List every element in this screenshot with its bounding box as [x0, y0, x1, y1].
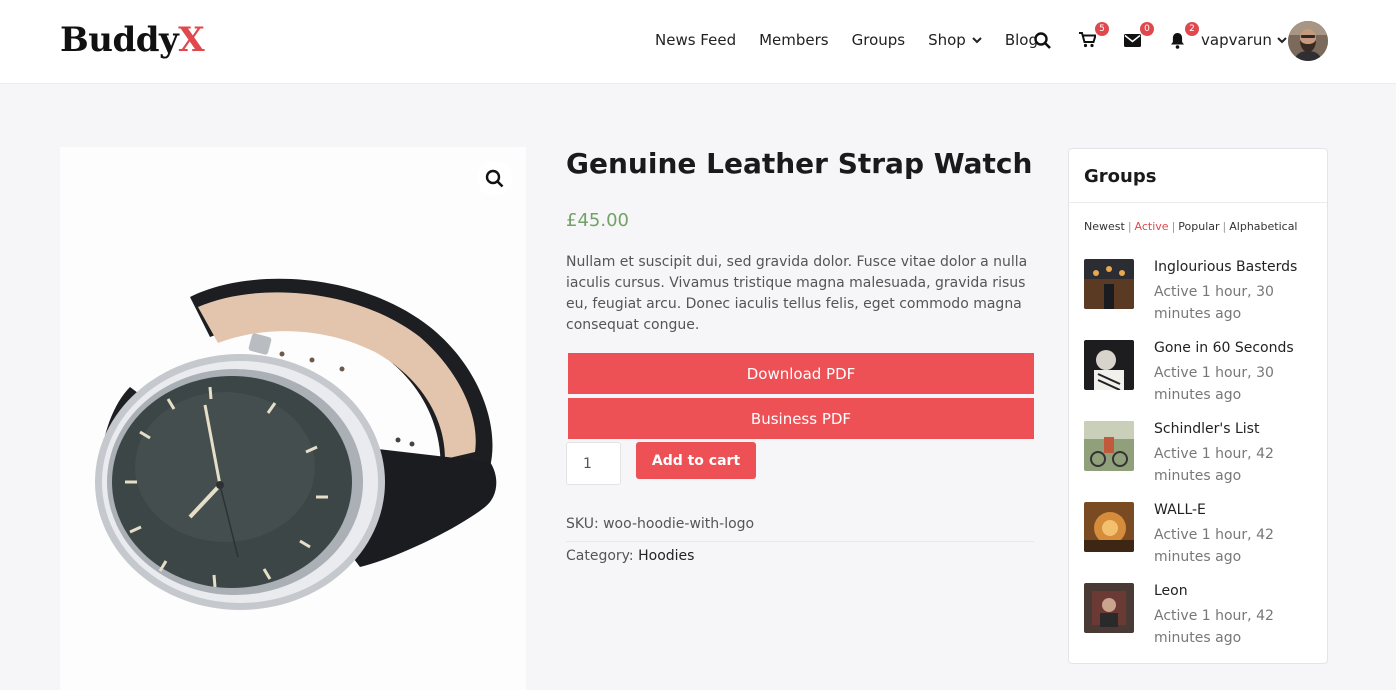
nav-members[interactable]: Members — [759, 31, 829, 49]
user-menu[interactable]: vapvarun — [1201, 31, 1287, 49]
group-thumbnail[interactable] — [1084, 340, 1134, 390]
group-activity: Active 1 hour, 42 minutes ago — [1154, 527, 1274, 565]
nav-shop-label: Shop — [928, 31, 966, 49]
nav-groups[interactable]: Groups — [852, 31, 905, 49]
sku-label: SKU: — [566, 516, 599, 532]
filter-alphabetical[interactable]: Alphabetical — [1229, 220, 1297, 233]
product-sku: SKU: woo-hoodie-with-logo — [566, 516, 754, 532]
product-image — [60, 147, 526, 690]
filter-separator: | — [1222, 220, 1227, 233]
widget-title: Groups — [1084, 166, 1157, 187]
product-title: Genuine Leather Strap Watch — [566, 147, 1033, 180]
nav-shop[interactable]: Shop — [928, 31, 982, 49]
product-description: Nullam et suscipit dui, sed gravida dolo… — [566, 254, 1028, 333]
product-category: Category: Hoodies — [566, 548, 694, 564]
business-pdf-button[interactable]: Business PDF — [568, 398, 1034, 439]
filter-separator: | — [1127, 220, 1132, 233]
group-name[interactable]: Inglourious Basterds — [1154, 259, 1297, 275]
widget-divider — [1069, 202, 1327, 203]
group-item[interactable]: Gone in 60 Seconds Active 1 hour, 30 min… — [1084, 340, 1314, 410]
notifications-count-badge: 2 — [1185, 22, 1199, 36]
product-price: £45.00 — [566, 210, 629, 231]
chevron-down-icon — [972, 36, 982, 43]
filter-active[interactable]: Active — [1135, 220, 1169, 233]
group-thumbnail[interactable] — [1084, 583, 1134, 633]
header-icons: 5 0 2 — [1032, 22, 1212, 50]
group-thumbnail-image — [1084, 340, 1134, 390]
group-item[interactable]: Leon Active 1 hour, 42 minutes ago — [1084, 583, 1314, 653]
group-activity: Active 1 hour, 30 minutes ago — [1154, 284, 1274, 322]
group-filters: Newest | Active | Popular | Alphabetical — [1084, 220, 1298, 233]
username-label: vapvarun — [1201, 31, 1272, 49]
zoom-icon — [485, 169, 504, 188]
group-item[interactable]: WALL-E Active 1 hour, 42 minutes ago — [1084, 502, 1314, 572]
bell-icon — [1170, 32, 1184, 49]
group-name[interactable]: Schindler's List — [1154, 421, 1259, 437]
user-avatar[interactable] — [1288, 21, 1328, 61]
filter-newest[interactable]: Newest — [1084, 220, 1125, 233]
avatar-image — [1288, 21, 1328, 61]
chevron-down-icon — [1277, 36, 1287, 43]
search-button[interactable] — [1032, 30, 1052, 50]
filter-popular[interactable]: Popular — [1178, 220, 1219, 233]
notifications-button[interactable]: 2 — [1167, 22, 1199, 50]
logo-accent-text: X — [178, 20, 205, 60]
site-header: BuddyX News Feed Members Groups Shop Blo… — [0, 0, 1396, 84]
search-icon — [1033, 31, 1051, 49]
messages-button[interactable]: 0 — [1122, 22, 1154, 50]
quantity-input[interactable]: 1 — [566, 442, 621, 485]
group-thumbnail[interactable] — [1084, 259, 1134, 309]
download-pdf-button[interactable]: Download PDF — [568, 353, 1034, 394]
group-thumbnail[interactable] — [1084, 421, 1134, 471]
group-name[interactable]: Gone in 60 Seconds — [1154, 340, 1294, 356]
filter-separator: | — [1171, 220, 1176, 233]
meta-divider — [566, 541, 1034, 542]
cart-icon — [1078, 32, 1096, 48]
group-name[interactable]: WALL-E — [1154, 502, 1206, 518]
category-link[interactable]: Hoodies — [638, 548, 694, 564]
groups-widget: Groups Newest | Active | Popular | Alphabetica… — [1068, 148, 1328, 664]
group-item[interactable]: Schindler's List Active 1 hour, 42 minut… — [1084, 421, 1314, 491]
sku-value: woo-hoodie-with-logo — [603, 516, 755, 532]
group-activity: Active 1 hour, 42 minutes ago — [1154, 446, 1274, 484]
group-thumbnail-image — [1084, 421, 1134, 471]
group-activity: Active 1 hour, 30 minutes ago — [1154, 365, 1274, 403]
messages-count-badge: 0 — [1140, 22, 1154, 36]
group-name[interactable]: Leon — [1154, 583, 1188, 599]
group-thumbnail-image — [1084, 502, 1134, 552]
group-activity: Active 1 hour, 42 minutes ago — [1154, 608, 1274, 646]
group-thumbnail[interactable] — [1084, 502, 1134, 552]
group-thumbnail-image — [1084, 583, 1134, 633]
main-nav: News Feed Members Groups Shop Blog — [655, 31, 1061, 49]
add-to-cart-button[interactable]: Add to cart — [636, 442, 756, 479]
site-logo[interactable]: BuddyX — [60, 20, 205, 60]
category-label: Category: — [566, 548, 634, 564]
watch-image — [95, 278, 497, 610]
group-item[interactable]: Inglourious Basterds Active 1 hour, 30 m… — [1084, 259, 1314, 329]
nav-news-feed[interactable]: News Feed — [655, 31, 736, 49]
envelope-icon — [1123, 33, 1141, 47]
group-thumbnail-image — [1084, 259, 1134, 309]
cart-count-badge: 5 — [1095, 22, 1109, 36]
cart-button[interactable]: 5 — [1077, 22, 1109, 50]
zoom-button[interactable] — [477, 161, 512, 196]
logo-main-text: Buddy — [60, 20, 179, 60]
